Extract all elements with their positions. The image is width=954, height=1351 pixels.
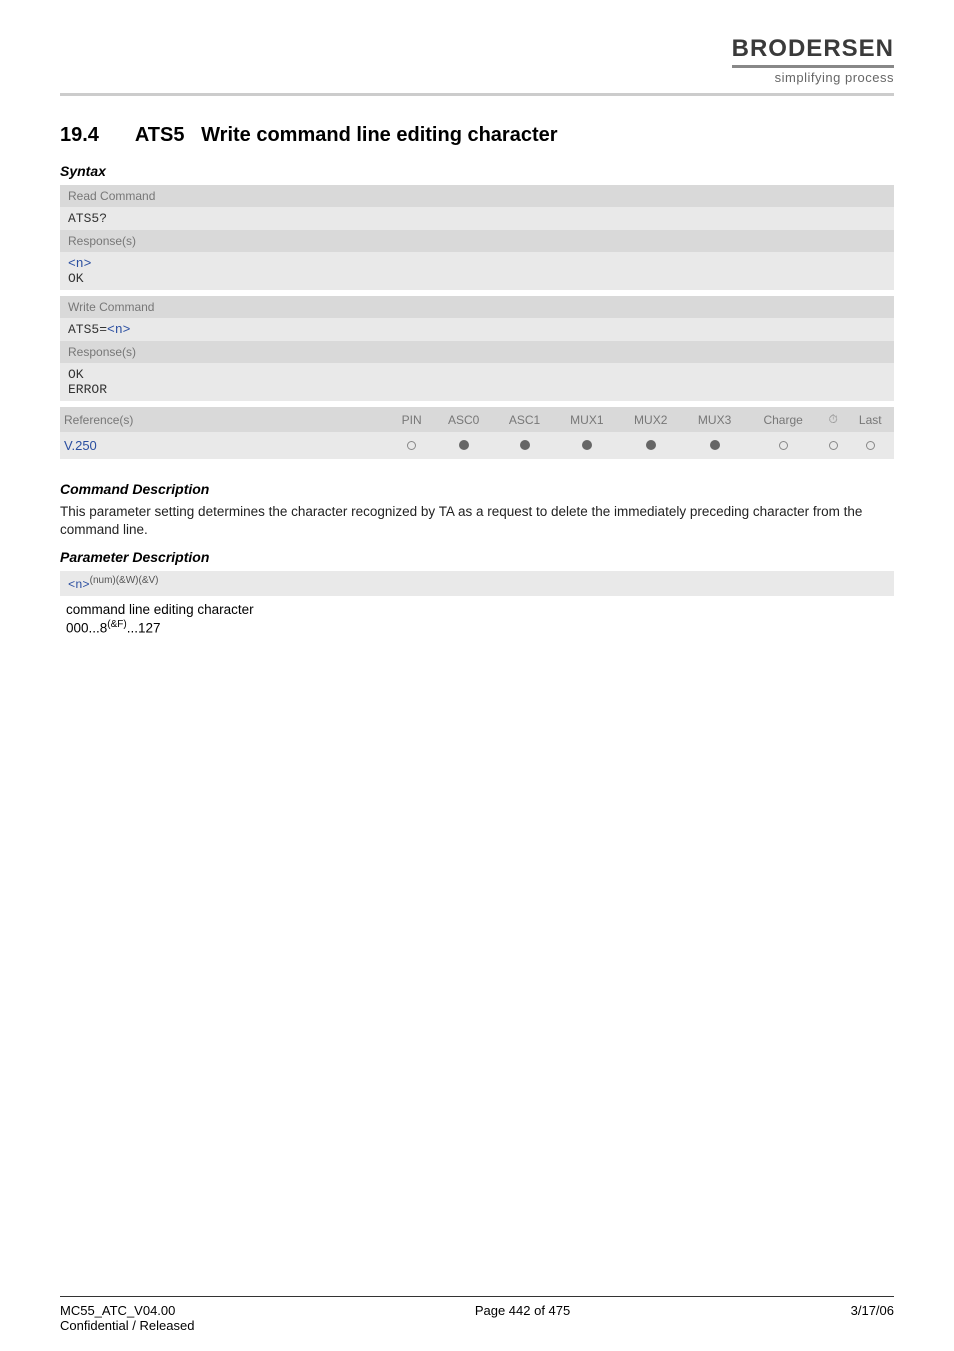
param-range-b: ...127 bbox=[127, 621, 161, 636]
write-resp-error: ERROR bbox=[68, 382, 107, 397]
dot-filled-icon bbox=[520, 440, 530, 450]
ref-col-charge: Charge bbox=[747, 407, 820, 432]
parameter-description-heading: Parameter Description bbox=[60, 549, 894, 565]
section-title-text: Write command line editing character bbox=[201, 124, 557, 146]
syntax-table: Read Command ATS5? Response(s) <n> OK Wr… bbox=[60, 185, 894, 407]
read-resp-n: <n> bbox=[68, 256, 91, 271]
ref-entry: V.250 bbox=[60, 432, 390, 459]
ref-dot-2 bbox=[494, 432, 555, 459]
reference-table: Reference(s) PIN ASC0 ASC1 MUX1 MUX2 MUX… bbox=[60, 407, 894, 459]
syntax-heading: Syntax bbox=[60, 163, 894, 179]
logo-tagline: simplifying process bbox=[732, 70, 894, 85]
dot-filled-icon bbox=[710, 440, 720, 450]
section-cmd: ATS5 bbox=[135, 124, 185, 146]
read-response-label: Response(s) bbox=[60, 230, 894, 252]
logo-bar bbox=[732, 65, 894, 68]
footer-status: Confidential / Released bbox=[60, 1318, 194, 1333]
section-number: 19.4 bbox=[60, 124, 130, 147]
footer-docid: MC55_ATC_V04.00 bbox=[60, 1303, 194, 1318]
ref-col-mux3: MUX3 bbox=[683, 407, 747, 432]
logo-block: BRODERSEN simplifying process bbox=[732, 35, 894, 85]
alarm-clock-icon: ⏱ bbox=[828, 412, 837, 427]
ref-col-mux2: MUX2 bbox=[619, 407, 683, 432]
dot-open-icon bbox=[829, 441, 838, 450]
write-response-lines: OK ERROR bbox=[60, 363, 894, 401]
param-range-sup: (&F) bbox=[107, 619, 126, 630]
ref-col-pin: PIN bbox=[390, 407, 433, 432]
command-description-heading: Command Description bbox=[60, 481, 894, 497]
ref-dot-5 bbox=[683, 432, 747, 459]
ref-dot-4 bbox=[619, 432, 683, 459]
read-response-lines: <n> OK bbox=[60, 252, 894, 290]
read-command-text: ATS5? bbox=[60, 207, 894, 230]
ref-col-last: Last bbox=[847, 407, 894, 432]
ref-col-asc0: ASC0 bbox=[433, 407, 494, 432]
read-command-label: Read Command bbox=[60, 185, 894, 207]
write-response-label: Response(s) bbox=[60, 341, 894, 363]
logo-text: BRODERSEN bbox=[732, 35, 894, 63]
ref-label: Reference(s) bbox=[60, 407, 390, 432]
param-range-a: 000...8 bbox=[66, 621, 107, 636]
footer: MC55_ATC_V04.00 Confidential / Released … bbox=[60, 1296, 894, 1351]
read-resp-ok: OK bbox=[68, 271, 84, 286]
dot-open-icon bbox=[779, 441, 788, 450]
param-attrs: (num)(&W)(&V) bbox=[90, 575, 159, 586]
write-command-text: ATS5=<n> bbox=[60, 318, 894, 341]
ref-dot-8 bbox=[847, 432, 894, 459]
dot-open-icon bbox=[407, 441, 416, 450]
ref-dot-3 bbox=[555, 432, 619, 459]
parameter-name-box: <n>(num)(&W)(&V) bbox=[60, 571, 894, 596]
write-cmd-prefix: ATS5= bbox=[68, 322, 107, 337]
dot-open-icon bbox=[866, 441, 875, 450]
ref-col-alarm-icon: ⏱ bbox=[820, 407, 847, 432]
dot-filled-icon bbox=[646, 440, 656, 450]
ref-col-mux1: MUX1 bbox=[555, 407, 619, 432]
param-range: 000...8(&F)...127 bbox=[66, 619, 894, 636]
write-command-label: Write Command bbox=[60, 296, 894, 318]
footer-left: MC55_ATC_V04.00 Confidential / Released bbox=[60, 1303, 194, 1333]
param-desc: command line editing character bbox=[66, 602, 894, 617]
ref-dot-0 bbox=[390, 432, 433, 459]
ref-dot-6 bbox=[747, 432, 820, 459]
write-cmd-param: <n> bbox=[107, 322, 130, 337]
dot-filled-icon bbox=[459, 440, 469, 450]
command-description-text: This parameter setting determines the ch… bbox=[60, 503, 894, 539]
dot-filled-icon bbox=[582, 440, 592, 450]
param-name: <n> bbox=[68, 578, 90, 592]
ref-dot-7 bbox=[820, 432, 847, 459]
ref-col-asc1: ASC1 bbox=[494, 407, 555, 432]
footer-right: 3/17/06 bbox=[851, 1303, 894, 1333]
header-rule bbox=[60, 93, 894, 96]
section-title: 19.4 ATS5 Write command line editing cha… bbox=[60, 124, 894, 147]
ref-dot-1 bbox=[433, 432, 494, 459]
write-resp-ok: OK bbox=[68, 367, 84, 382]
footer-center: Page 442 of 475 bbox=[475, 1303, 570, 1333]
header-area: BRODERSEN simplifying process bbox=[60, 35, 894, 85]
